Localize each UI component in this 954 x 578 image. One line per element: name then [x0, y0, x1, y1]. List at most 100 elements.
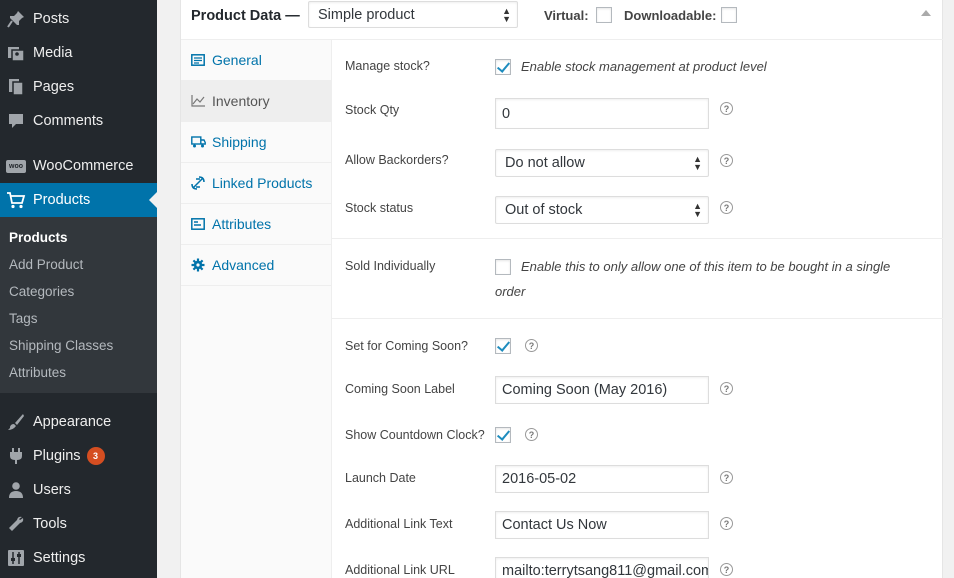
inventory-icon — [190, 95, 206, 107]
menu-item-label: Settings — [33, 550, 86, 566]
link-text-label: Additional Link Text — [345, 517, 453, 531]
help-icon[interactable]: ? — [720, 471, 733, 484]
section-divider — [332, 318, 943, 319]
select-arrows-icon: ▲ ▼ — [693, 154, 702, 172]
link-url-label: Additional Link URL — [345, 563, 455, 577]
sold-individually-label: Sold Individually — [345, 259, 436, 273]
media-icon — [6, 44, 26, 62]
help-icon[interactable]: ? — [525, 428, 538, 441]
submenu-shipping-classes[interactable]: Shipping Classes — [9, 338, 113, 353]
coming-soon-text-label: Coming Soon Label — [345, 382, 455, 396]
menu-item-tools[interactable]: Tools — [0, 507, 157, 541]
downloadable-checkbox[interactable] — [721, 7, 737, 23]
tab-shipping[interactable]: Shipping — [181, 122, 332, 163]
cart-icon — [6, 191, 26, 209]
product-type-select[interactable]: Simple product ▲ ▼ — [308, 1, 518, 28]
panel-title: Product Data — — [191, 8, 300, 24]
countdown-clock-checkbox[interactable] — [495, 427, 511, 443]
tab-label: Attributes — [212, 216, 272, 232]
menu-item-label: WooCommerce — [33, 158, 134, 174]
help-icon[interactable]: ? — [720, 563, 733, 576]
select-arrows-icon: ▲ ▼ — [693, 201, 702, 219]
coming-soon-label: Set for Coming Soon? — [345, 339, 468, 353]
menu-item-label: Media — [33, 45, 73, 61]
general-icon — [190, 54, 206, 66]
gear-icon — [190, 258, 206, 272]
menu-item-woocommerce[interactable]: woo WooCommerce — [0, 149, 157, 183]
submenu-attributes[interactable]: Attributes — [9, 365, 66, 380]
stock-status-select[interactable]: Out of stock ▲ ▼ — [495, 196, 709, 224]
coming-soon-text-input[interactable]: Coming Soon (May 2016) — [495, 376, 709, 404]
launch-date-input[interactable]: 2016-05-02 — [495, 465, 709, 493]
menu-item-settings[interactable]: Settings — [0, 541, 157, 575]
backorders-select[interactable]: Do not allow ▲ ▼ — [495, 149, 709, 177]
section-divider — [332, 238, 943, 239]
wrench-icon — [6, 515, 26, 533]
products-submenu: Products Add Product Categories Tags Shi… — [0, 217, 157, 393]
menu-item-label: Appearance — [33, 414, 112, 430]
backorders-label: Allow Backorders? — [345, 153, 449, 167]
menu-item-label: Posts — [33, 11, 70, 27]
menu-item-label: Plugins — [33, 448, 81, 464]
menu-item-posts[interactable]: Posts — [0, 2, 157, 36]
stock-qty-label: Stock Qty — [345, 103, 400, 117]
sold-individually-description: Enable this to only allow one of this it… — [521, 259, 891, 274]
coming-soon-checkbox[interactable] — [495, 338, 511, 354]
menu-item-plugins[interactable]: Plugins 3 — [0, 439, 157, 473]
tab-attributes[interactable]: Attributes — [181, 204, 332, 245]
inventory-form: Manage stock? Enable stock management at… — [332, 40, 943, 578]
collapse-toggle-icon[interactable] — [921, 10, 931, 16]
tab-advanced[interactable]: Advanced — [181, 245, 332, 286]
submenu-add-product[interactable]: Add Product — [9, 257, 83, 272]
link-text-input[interactable]: Contact Us Now — [495, 511, 709, 539]
help-icon[interactable]: ? — [525, 339, 538, 352]
help-icon[interactable]: ? — [720, 201, 733, 214]
panel-header: Product Data — Simple product ▲ ▼ Virtual… — [181, 0, 943, 40]
menu-item-media[interactable]: Media — [0, 36, 157, 70]
select-arrows-icon: ▲ ▼ — [502, 5, 511, 24]
sold-individually-checkbox[interactable] — [495, 259, 511, 275]
help-icon[interactable]: ? — [720, 517, 733, 530]
user-icon — [6, 481, 26, 499]
help-icon[interactable]: ? — [720, 382, 733, 395]
menu-item-comments[interactable]: Comments — [0, 104, 157, 138]
attributes-icon — [190, 218, 206, 230]
menu-item-appearance[interactable]: Appearance — [0, 405, 157, 439]
menu-item-pages[interactable]: Pages — [0, 70, 157, 104]
help-icon[interactable]: ? — [720, 102, 733, 115]
manage-stock-checkbox[interactable] — [495, 59, 511, 75]
pin-icon — [6, 10, 26, 28]
sold-individually-description-cont: order — [495, 284, 526, 299]
product-data-tabs: General Inventory Shipping Linked Produc… — [181, 40, 332, 578]
product-type-value: Simple product — [318, 6, 415, 23]
launch-date-label: Launch Date — [345, 471, 416, 485]
tab-inventory[interactable]: Inventory — [181, 81, 332, 122]
brush-icon — [6, 413, 26, 431]
woo-icon: woo — [6, 159, 26, 173]
downloadable-label: Downloadable: — [624, 8, 717, 23]
submenu-tags[interactable]: Tags — [9, 311, 38, 326]
stock-qty-input[interactable]: 0 — [495, 98, 709, 129]
countdown-clock-label: Show Countdown Clock? — [345, 428, 485, 442]
tab-general[interactable]: General — [181, 40, 332, 81]
link-url-input[interactable]: mailto:terrytsang811@gmail.com — [495, 557, 709, 578]
current-menu-arrow — [149, 192, 157, 208]
admin-sidebar: Posts Media Pages Comments woo WooCommer… — [0, 0, 157, 578]
tab-linked-products[interactable]: Linked Products — [181, 163, 332, 204]
menu-item-label: Pages — [33, 79, 75, 95]
menu-item-label: Users — [33, 482, 71, 498]
menu-item-label: Tools — [33, 516, 67, 532]
backorders-value: Do not allow — [505, 155, 585, 171]
tab-label: General — [212, 52, 262, 68]
virtual-checkbox[interactable] — [596, 7, 612, 23]
comment-icon — [6, 112, 26, 130]
help-icon[interactable]: ? — [720, 154, 733, 167]
menu-item-label: Comments — [33, 113, 104, 129]
plugins-update-badge: 3 — [86, 447, 105, 465]
submenu-categories[interactable]: Categories — [9, 284, 74, 299]
submenu-products[interactable]: Products — [9, 230, 68, 245]
menu-item-products[interactable]: Products — [0, 183, 157, 217]
menu-item-users[interactable]: Users — [0, 473, 157, 507]
manage-stock-description: Enable stock management at product level — [521, 59, 767, 74]
stock-status-value: Out of stock — [505, 202, 583, 218]
